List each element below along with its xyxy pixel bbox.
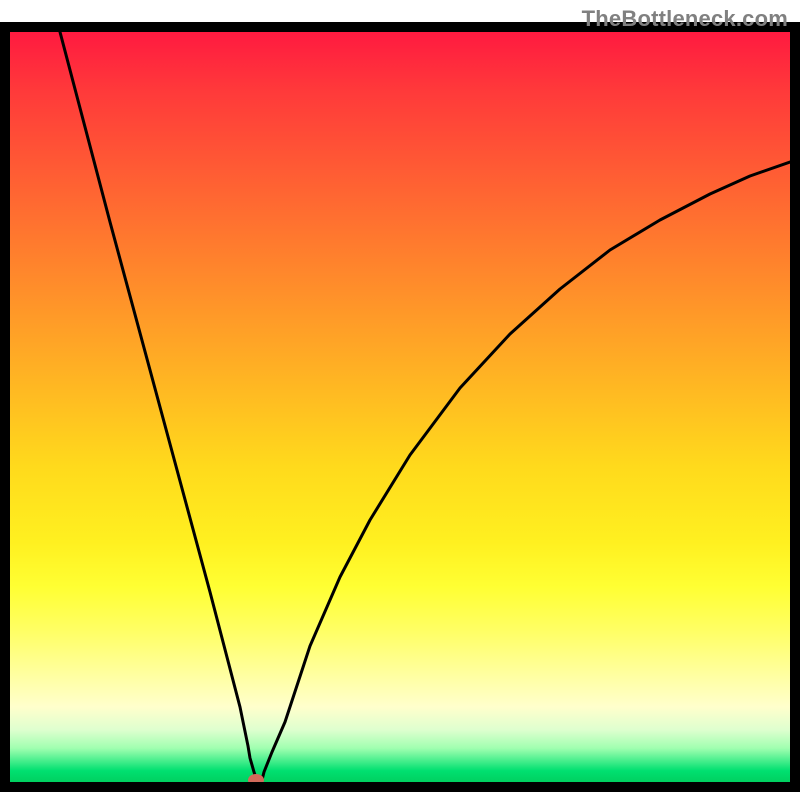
bottleneck-curve [10, 32, 790, 782]
chart-frame [0, 22, 800, 792]
min-marker-dot [248, 774, 264, 782]
chart-container: TheBottleneck.com [0, 0, 800, 800]
curve-path [60, 32, 790, 782]
watermark-label: TheBottleneck.com [582, 6, 788, 32]
